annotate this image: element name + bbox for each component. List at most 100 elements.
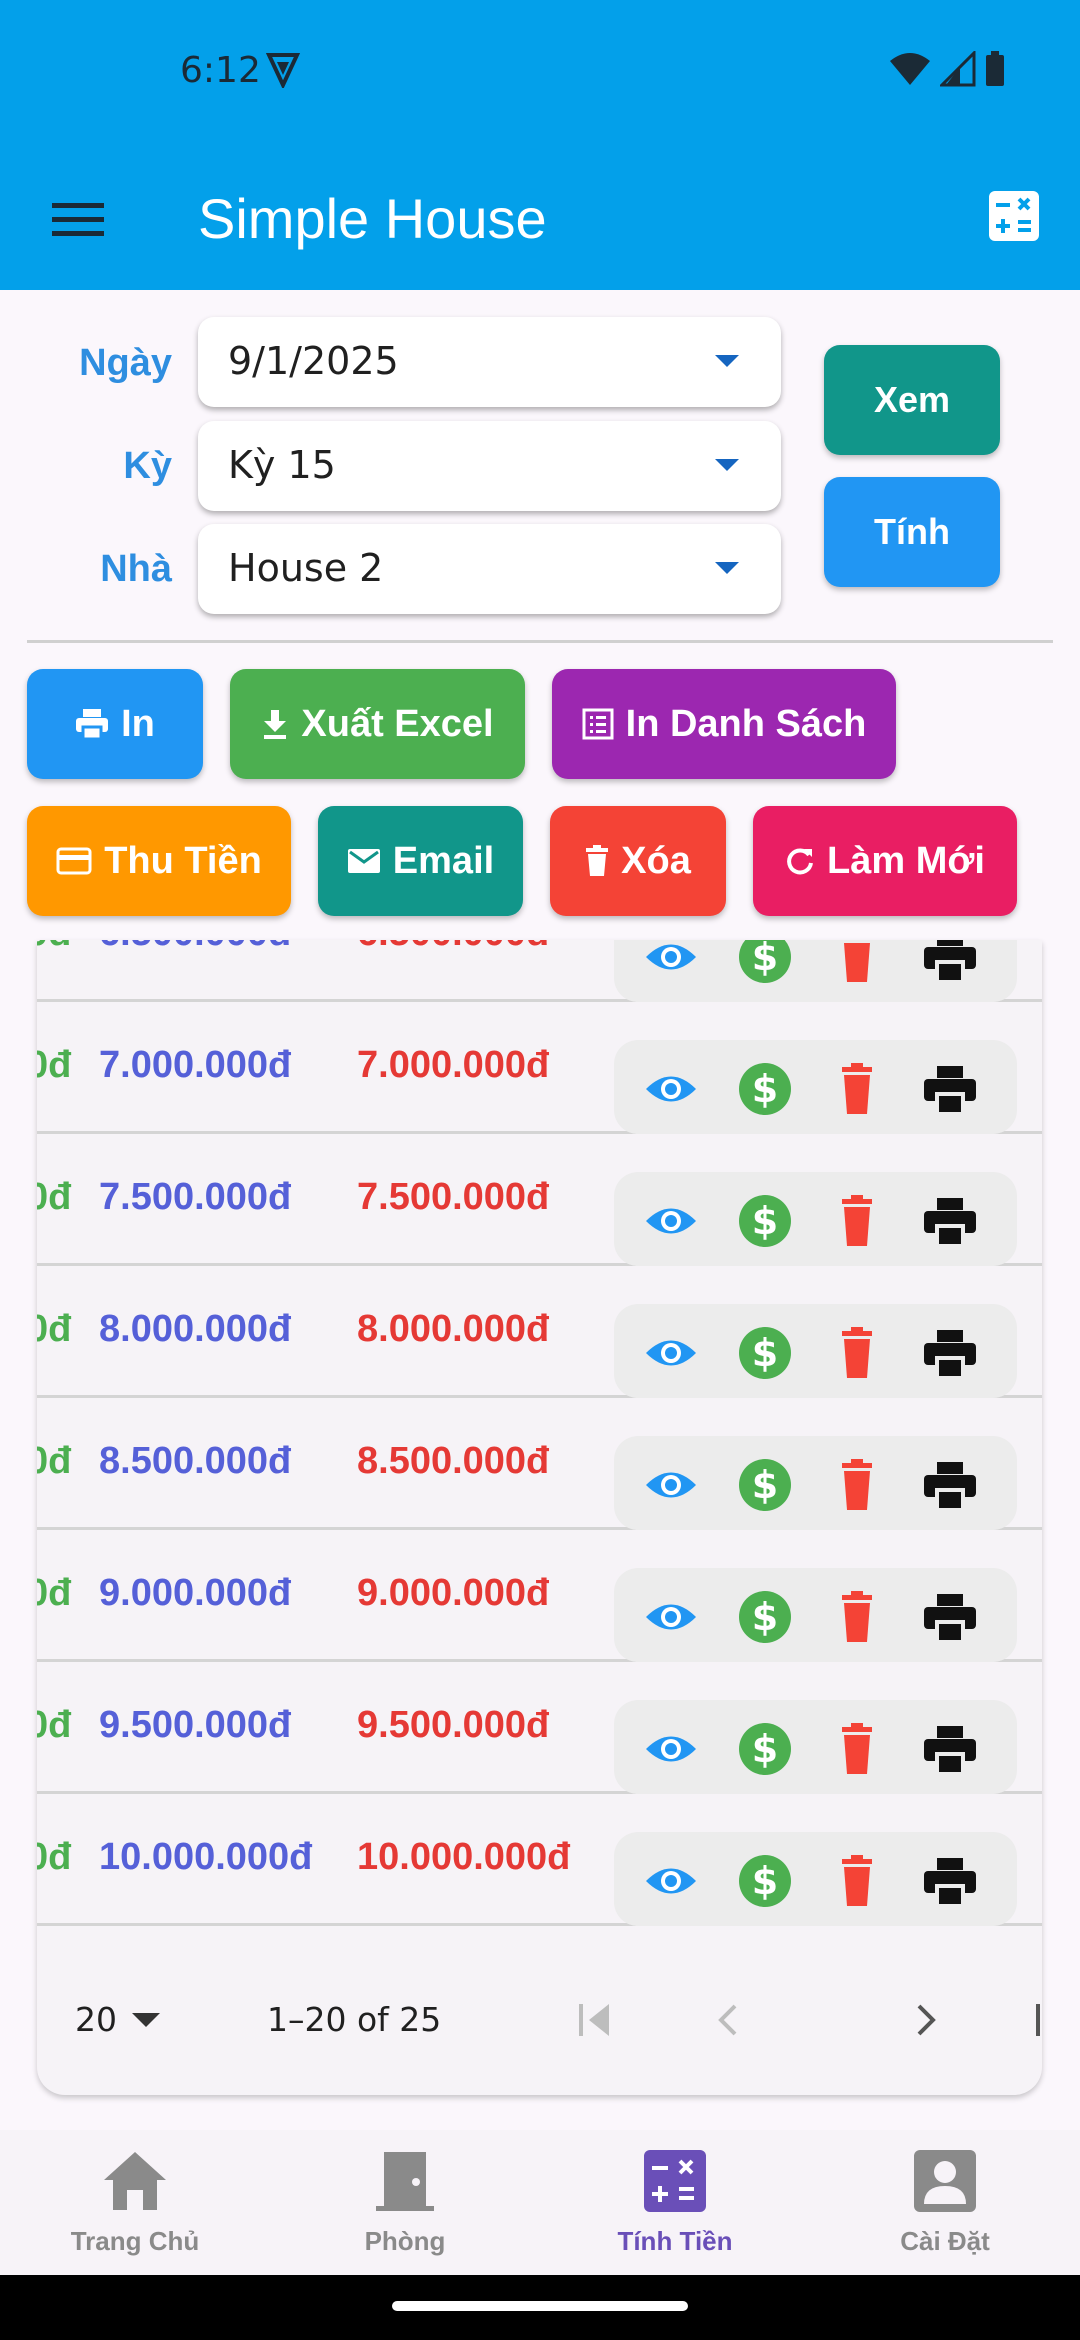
dollar-icon[interactable]: $ (738, 1854, 792, 1908)
calc-button[interactable]: Tính (824, 477, 1000, 587)
eye-icon[interactable] (644, 1458, 698, 1512)
trash-icon[interactable] (830, 1854, 884, 1908)
previous-page-icon[interactable] (709, 2000, 749, 2040)
period-value: Kỳ 15 (228, 443, 336, 487)
export-excel-button[interactable]: Xuất Excel (230, 669, 525, 779)
print-button[interactable]: In (27, 669, 203, 779)
paid-amount-cell: 0đ (37, 940, 71, 955)
dollar-icon[interactable]: $ (738, 1722, 792, 1776)
list-document-icon (582, 708, 614, 740)
gesture-bar (0, 2275, 1080, 2340)
divider (27, 640, 1053, 643)
dollar-icon[interactable]: $ (738, 1590, 792, 1644)
eye-icon[interactable] (644, 1194, 698, 1248)
next-page-icon[interactable] (905, 2000, 945, 2040)
eye-icon[interactable] (644, 1590, 698, 1644)
delete-button[interactable]: Xóa (550, 806, 726, 916)
trash-icon[interactable] (830, 1326, 884, 1380)
page-size-value[interactable]: 20 (75, 2000, 117, 2039)
system-icons (888, 50, 1006, 88)
mail-icon (347, 849, 380, 873)
bottom-navigation: Trang Chủ Phòng Tính Tiền Cài Đặt (0, 2130, 1080, 2275)
nav-settings[interactable]: Cài Đặt (810, 2130, 1080, 2275)
download-icon (264, 710, 287, 739)
period-dropdown[interactable]: Kỳ 15 (198, 421, 781, 511)
paid-amount-cell: 0đ (37, 1572, 72, 1614)
dollar-icon[interactable]: $ (738, 1458, 792, 1512)
period-label: Kỳ (123, 445, 172, 487)
table-row[interactable]: 0đ 8.500.000đ 8.500.000đ $ (37, 1398, 1042, 1530)
trash-icon[interactable] (830, 1590, 884, 1644)
table-row[interactable]: 0đ 9.500.000đ 9.500.000đ $ (37, 1662, 1042, 1794)
total-amount-cell: 8.000.000đ (99, 1308, 292, 1350)
paid-amount-cell: 0đ (37, 1308, 72, 1350)
nav-rooms[interactable]: Phòng (270, 2130, 540, 2275)
trash-icon[interactable] (830, 1194, 884, 1248)
svg-text:$: $ (752, 1199, 778, 1243)
home-indicator[interactable] (392, 2301, 688, 2311)
paid-amount-cell: 0đ (37, 1704, 72, 1746)
house-value: House 2 (228, 546, 384, 590)
eye-icon[interactable] (644, 940, 698, 984)
invoice-table[interactable]: 0đ 6.500.000đ 6.500.000đ $0đ 7.000.000đ 7.000… (37, 940, 1042, 2095)
trash-icon[interactable] (830, 1062, 884, 1116)
eye-icon[interactable] (644, 1062, 698, 1116)
nav-billing[interactable]: Tính Tiền (540, 2130, 810, 2275)
printer-icon[interactable] (923, 1062, 977, 1116)
printer-icon[interactable] (923, 1458, 977, 1512)
email-button[interactable]: Email (318, 806, 523, 916)
dollar-icon[interactable]: $ (738, 1326, 792, 1380)
view-button[interactable]: Xem (824, 345, 1000, 455)
table-row[interactable]: 0đ 9.000.000đ 9.000.000đ $ (37, 1530, 1042, 1662)
printer-icon[interactable] (923, 1326, 977, 1380)
eye-icon[interactable] (644, 1722, 698, 1776)
row-actions: $ (614, 1832, 1017, 1926)
last-page-icon[interactable] (1035, 2000, 1042, 2040)
row-actions: $ (614, 1040, 1017, 1134)
nav-settings-label: Cài Đặt (900, 2226, 990, 2256)
printer-icon[interactable] (923, 1722, 977, 1776)
date-dropdown[interactable]: 9/1/2025 (198, 317, 781, 407)
paid-amount-cell: 0đ (37, 1836, 72, 1878)
eye-icon[interactable] (644, 1326, 698, 1380)
hamburger-menu-icon[interactable] (50, 195, 106, 245)
first-page-icon[interactable] (575, 2000, 615, 2040)
trash-icon[interactable] (830, 940, 884, 984)
paid-amount-cell: 0đ (37, 1176, 72, 1218)
remaining-amount-cell: 8.500.000đ (357, 1440, 550, 1482)
app-title: Simple House (198, 187, 547, 250)
dollar-icon[interactable]: $ (738, 940, 792, 984)
table-row[interactable]: 0đ 6.500.000đ 6.500.000đ $ (37, 940, 1042, 1002)
cell-signal-icon (940, 51, 976, 87)
total-amount-cell: 9.000.000đ (99, 1572, 292, 1614)
table-row[interactable]: 0đ 10.000.000đ 10.000.000đ $ (37, 1794, 1042, 1926)
dollar-icon[interactable]: $ (738, 1062, 792, 1116)
remaining-amount-cell: 6.500.000đ (357, 940, 549, 955)
chevron-down-icon (715, 562, 739, 574)
home-icon (104, 2152, 166, 2210)
printer-icon[interactable] (923, 1194, 977, 1248)
page-size-dropdown-icon[interactable] (132, 2013, 160, 2027)
status-bar: 6:12 (0, 0, 1080, 150)
printer-icon[interactable] (923, 940, 977, 984)
calculator-icon[interactable] (988, 190, 1040, 242)
dollar-icon[interactable]: $ (738, 1194, 792, 1248)
svg-text:$: $ (752, 1463, 778, 1507)
eye-icon[interactable] (644, 1854, 698, 1908)
trash-icon[interactable] (830, 1458, 884, 1512)
remaining-amount-cell: 7.000.000đ (357, 1044, 550, 1086)
refresh-button[interactable]: Làm Mới (753, 806, 1017, 916)
nav-home[interactable]: Trang Chủ (0, 2130, 270, 2275)
wifi-icon (890, 53, 930, 85)
house-dropdown[interactable]: House 2 (198, 524, 781, 614)
trash-icon[interactable] (830, 1722, 884, 1776)
house-label: Nhà (100, 548, 172, 590)
row-actions: $ (614, 1172, 1017, 1266)
collect-payment-button[interactable]: Thu Tiền (27, 806, 291, 916)
print-list-button[interactable]: In Danh Sách (552, 669, 896, 779)
printer-icon[interactable] (923, 1854, 977, 1908)
table-row[interactable]: 0đ 7.000.000đ 7.000.000đ $ (37, 1002, 1042, 1134)
printer-icon[interactable] (923, 1590, 977, 1644)
table-row[interactable]: 0đ 7.500.000đ 7.500.000đ $ (37, 1134, 1042, 1266)
table-row[interactable]: 0đ 8.000.000đ 8.000.000đ $ (37, 1266, 1042, 1398)
